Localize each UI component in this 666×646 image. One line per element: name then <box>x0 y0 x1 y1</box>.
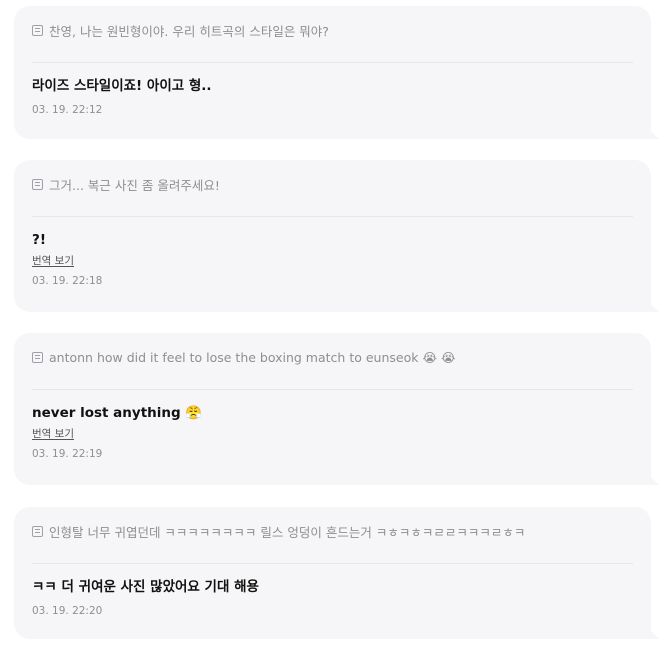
translate-link[interactable]: 번역 보기 <box>32 254 74 268</box>
reply-text: ?! <box>32 232 46 248</box>
message-card: 찬영, 나는 원빈형이야. 우리 히트곡의 스타일은 뭐야? 라이즈 스타일이죠… <box>14 6 659 139</box>
quote-icon <box>32 351 43 363</box>
timestamp: 03. 19. 22:12 <box>32 104 103 116</box>
quoted-message: 인형탈 너무 귀엽던데 ㅋㅋㅋㅋㅋㅋㅋㅋ 릴스 엉덩이 흔드는거 ㅋㅎㅋㅎㅋㄹㄹ… <box>32 523 633 539</box>
reply-text: never lost anything 😤 <box>32 405 203 421</box>
timestamp: 03. 19. 22:18 <box>32 275 103 287</box>
translate-link[interactable]: 번역 보기 <box>32 427 74 441</box>
reply-text: 라이즈 스타일이죠! 아이고 형.. <box>32 78 212 94</box>
divider <box>32 389 633 390</box>
reply-text: ㅋㅋ 더 귀여운 사진 많았어요 기대 해용 <box>32 579 259 595</box>
message-card: antonn how did it feel to lose the boxin… <box>14 333 659 485</box>
message-list: 찬영, 나는 원빈형이야. 우리 히트곡의 스타일은 뭐야? 라이즈 스타일이죠… <box>0 0 666 646</box>
quoted-message-text: 인형탈 너무 귀엽던데 ㅋㅋㅋㅋㅋㅋㅋㅋ 릴스 엉덩이 흔드는거 ㅋㅎㅋㅎㅋㄹㄹ… <box>49 524 526 540</box>
quote-icon <box>32 24 43 36</box>
message-card: 인형탈 너무 귀엽던데 ㅋㅋㅋㅋㅋㅋㅋㅋ 릴스 엉덩이 흔드는거 ㅋㅎㅋㅎㅋㄹㄹ… <box>14 507 659 639</box>
quote-icon <box>32 525 43 537</box>
quoted-message-text: 찬영, 나는 원빈형이야. 우리 히트곡의 스타일은 뭐야? <box>49 23 329 39</box>
message-card: 그거... 복근 사진 좀 올려주세요! ?! 번역 보기 03. 19. 22… <box>14 160 659 312</box>
quoted-message-text: antonn how did it feel to lose the boxin… <box>49 349 456 365</box>
divider <box>32 216 633 217</box>
quote-icon <box>32 178 43 190</box>
timestamp: 03. 19. 22:20 <box>32 605 103 617</box>
quoted-message-text: 그거... 복근 사진 좀 올려주세요! <box>49 177 220 193</box>
divider <box>32 563 633 564</box>
quoted-message: antonn how did it feel to lose the boxin… <box>32 349 633 365</box>
divider <box>32 62 633 63</box>
quoted-message: 찬영, 나는 원빈형이야. 우리 히트곡의 스타일은 뭐야? <box>32 22 633 38</box>
timestamp: 03. 19. 22:19 <box>32 448 103 460</box>
quoted-message: 그거... 복근 사진 좀 올려주세요! <box>32 176 633 192</box>
